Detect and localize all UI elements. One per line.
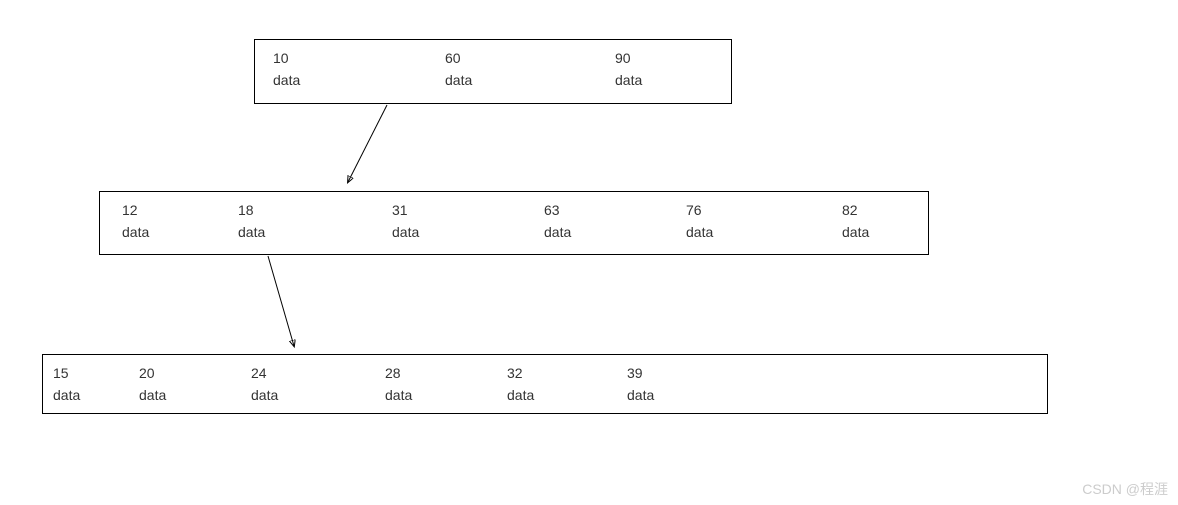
- node-cell: 82 data: [842, 202, 869, 240]
- node-box-level-1: 10 data 60 data 90 data: [254, 39, 732, 104]
- node-cell: 90 data: [615, 50, 642, 88]
- node-cell: 12 data: [122, 202, 149, 240]
- node-data: data: [686, 224, 713, 240]
- node-data: data: [445, 72, 472, 88]
- node-cell: 63 data: [544, 202, 571, 240]
- node-key: 32: [507, 365, 534, 381]
- node-data: data: [251, 387, 278, 403]
- node-cell: 18 data: [238, 202, 265, 240]
- node-data: data: [122, 224, 149, 240]
- node-data: data: [842, 224, 869, 240]
- node-data: data: [53, 387, 80, 403]
- node-data: data: [238, 224, 265, 240]
- node-data: data: [139, 387, 166, 403]
- node-data: data: [544, 224, 571, 240]
- node-box-level-2: 12 data 18 data 31 data 63 data 76 data 82 data: [99, 191, 929, 255]
- node-cell: 39 data: [627, 365, 654, 403]
- node-cell: 31 data: [392, 202, 419, 240]
- node-cell: 15 data: [53, 365, 80, 403]
- node-cell: 60 data: [445, 50, 472, 88]
- node-data: data: [273, 72, 300, 88]
- node-key: 90: [615, 50, 642, 66]
- node-key: 31: [392, 202, 419, 218]
- node-key: 63: [544, 202, 571, 218]
- node-key: 82: [842, 202, 869, 218]
- node-cell: 76 data: [686, 202, 713, 240]
- node-key: 28: [385, 365, 412, 381]
- node-cell: 20 data: [139, 365, 166, 403]
- node-key: 76: [686, 202, 713, 218]
- node-cell: 24 data: [251, 365, 278, 403]
- node-key: 18: [238, 202, 265, 218]
- node-data: data: [392, 224, 419, 240]
- arrow-line-1: [268, 256, 294, 346]
- node-box-level-3: 15 data 20 data 24 data 28 data 32 data 39 data: [42, 354, 1048, 414]
- watermark: CSDN @程涯: [1082, 479, 1168, 499]
- node-key: 10: [273, 50, 300, 66]
- node-cell: 10 data: [273, 50, 300, 88]
- node-key: 15: [53, 365, 80, 381]
- node-data: data: [385, 387, 412, 403]
- node-data: data: [615, 72, 642, 88]
- node-key: 12: [122, 202, 149, 218]
- arrow-line-0: [348, 105, 387, 182]
- node-cell: 28 data: [385, 365, 412, 403]
- node-data: data: [627, 387, 654, 403]
- node-data: data: [507, 387, 534, 403]
- node-key: 60: [445, 50, 472, 66]
- node-cell: 32 data: [507, 365, 534, 403]
- node-key: 20: [139, 365, 166, 381]
- node-key: 39: [627, 365, 654, 381]
- node-key: 24: [251, 365, 278, 381]
